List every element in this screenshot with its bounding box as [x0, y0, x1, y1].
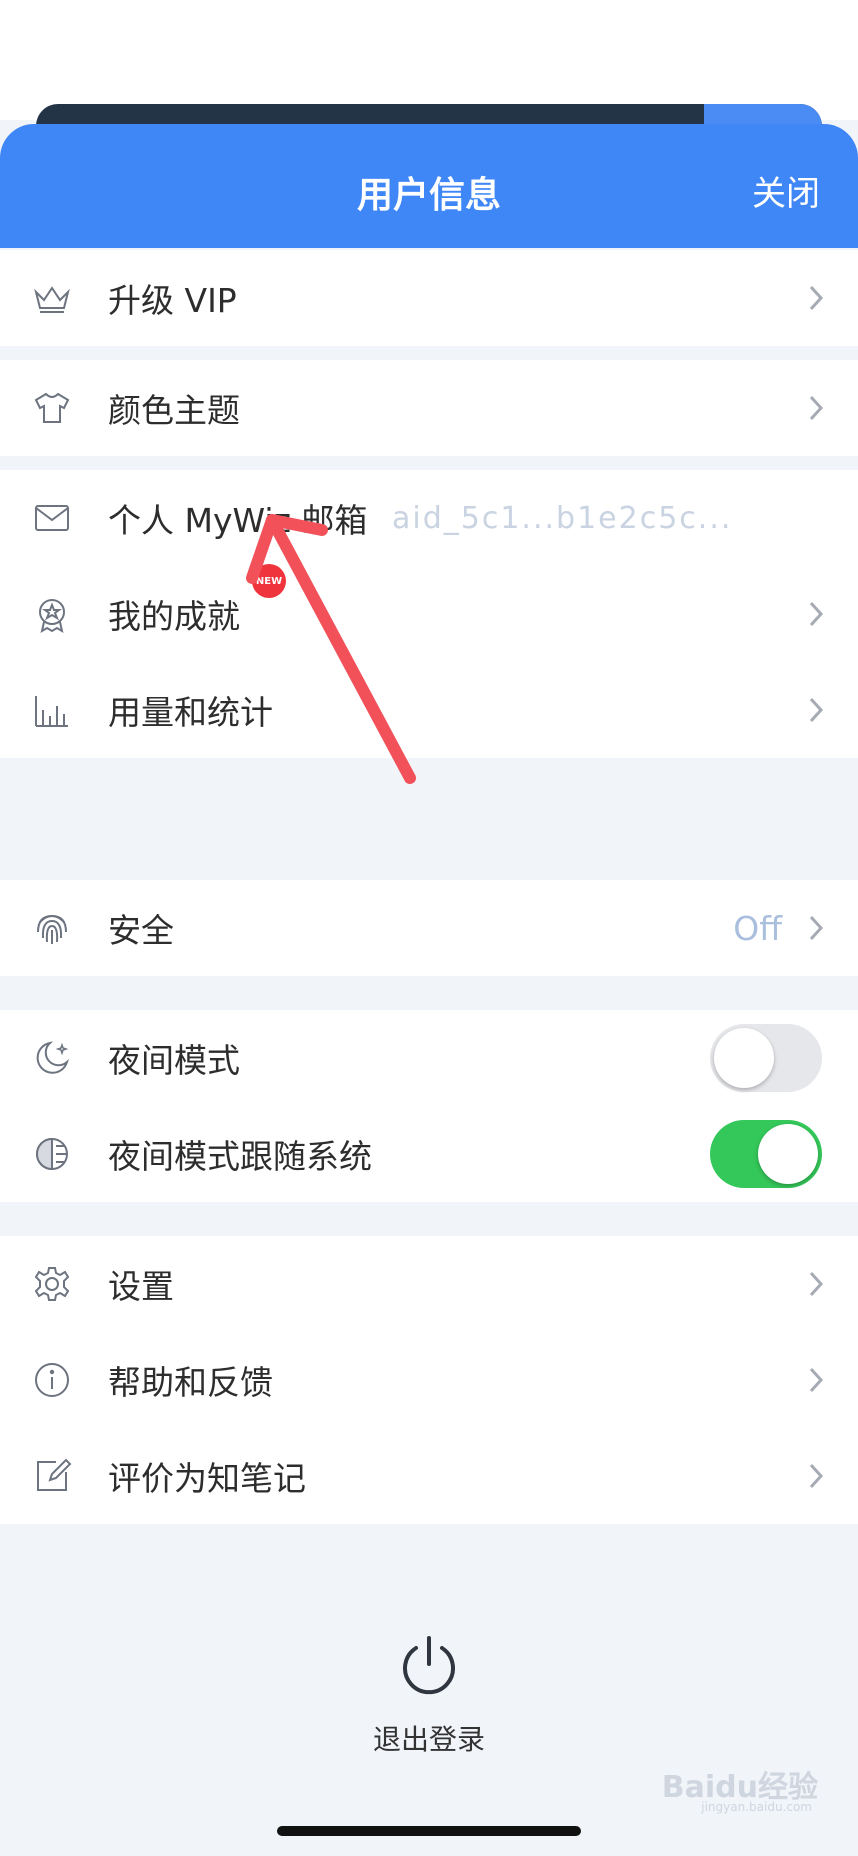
group-night: 夜间模式 夜间模式跟随系统	[0, 1010, 858, 1202]
toggle-knob	[714, 1028, 774, 1088]
chevron-right-icon	[809, 915, 824, 941]
gear-icon	[32, 1264, 72, 1304]
crown-icon	[32, 278, 72, 318]
fingerprint-icon	[32, 908, 72, 948]
mail-icon	[32, 498, 72, 538]
home-indicator[interactable]	[277, 1826, 581, 1836]
color-theme-label: 颜色主题	[108, 391, 240, 430]
upgrade-vip-label: 升级 VIP	[108, 281, 237, 320]
follow-system-toggle[interactable]	[710, 1120, 822, 1188]
rate-app-row[interactable]: 评价为知笔记	[0, 1428, 858, 1524]
upgrade-vip-row[interactable]: 升级 VIP	[0, 250, 858, 346]
status-area	[0, 0, 858, 120]
award-icon	[32, 594, 72, 634]
logout-label[interactable]: 退出登录	[0, 1718, 858, 1758]
follow-system-label: 夜间模式跟随系统	[108, 1137, 372, 1176]
settings-label: 设置	[108, 1267, 174, 1306]
chevron-right-icon	[809, 285, 824, 311]
moon-icon	[32, 1038, 72, 1078]
security-label: 安全	[108, 911, 174, 950]
chevron-right-icon	[809, 1463, 824, 1489]
help-feedback-row[interactable]: 帮助和反馈	[0, 1332, 858, 1428]
info-icon	[32, 1360, 72, 1400]
bar-chart-icon	[32, 690, 72, 730]
close-button[interactable]: 关闭	[752, 166, 820, 215]
half-circle-icon	[32, 1134, 72, 1174]
group-misc: 设置 帮助和反馈 评价为知笔记	[0, 1236, 858, 1524]
toggle-knob	[758, 1124, 818, 1184]
night-mode-toggle[interactable]	[710, 1024, 822, 1092]
achievements-label: 我的成就	[108, 597, 240, 636]
usage-stats-row[interactable]: 用量和统计	[0, 662, 858, 758]
follow-system-row: 夜间模式跟随系统	[0, 1106, 858, 1202]
edit-icon	[32, 1456, 72, 1496]
settings-row[interactable]: 设置	[0, 1236, 858, 1332]
color-theme-row[interactable]: 颜色主题	[0, 360, 858, 456]
night-mode-label: 夜间模式	[108, 1041, 240, 1080]
chevron-right-icon	[809, 1271, 824, 1297]
security-status: Off	[733, 908, 782, 948]
night-mode-row: 夜间模式	[0, 1010, 858, 1106]
group-security: 安全 Off	[0, 880, 858, 976]
achievements-row[interactable]: 我的成就 NEW	[0, 564, 858, 662]
power-icon[interactable]	[398, 1634, 460, 1696]
security-row[interactable]: 安全 Off	[0, 880, 858, 976]
email-value: aid_5c1...b1e2c5c...	[392, 500, 733, 536]
modal-header: 用户信息 关闭	[0, 124, 858, 248]
chevron-right-icon	[809, 601, 824, 627]
shirt-icon	[32, 388, 72, 428]
group-account: 个人 MyWiz 邮箱 aid_5c1...b1e2c5c... 我的成就 NE…	[0, 470, 858, 758]
group-theme: 颜色主题	[0, 360, 858, 456]
page-title: 用户信息	[356, 175, 501, 216]
usage-stats-label: 用量和统计	[108, 693, 273, 732]
chevron-right-icon	[809, 395, 824, 421]
rate-app-label: 评价为知笔记	[108, 1459, 306, 1498]
new-badge: NEW	[252, 564, 286, 598]
help-feedback-label: 帮助和反馈	[108, 1363, 273, 1402]
email-row[interactable]: 个人 MyWiz 邮箱 aid_5c1...b1e2c5c...	[0, 470, 858, 566]
watermark-sub: jingyan.baidu.com	[701, 1800, 812, 1814]
email-label: 个人 MyWiz 邮箱	[108, 501, 368, 540]
chevron-right-icon	[809, 1367, 824, 1393]
group-vip: 升级 VIP	[0, 250, 858, 346]
chevron-right-icon	[809, 697, 824, 723]
